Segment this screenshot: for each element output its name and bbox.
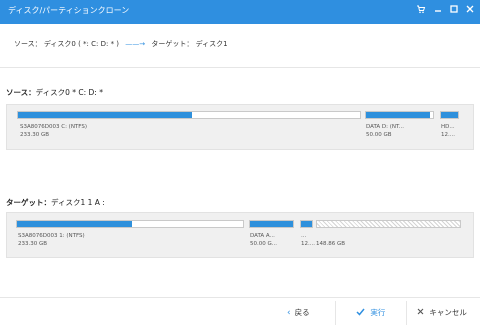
check-icon	[356, 308, 367, 317]
window-title: ディスク/パーティションクローン	[8, 6, 130, 15]
source-partition-hd-label: HD...	[441, 124, 455, 130]
breadcrumb-target-label: ターゲット：	[151, 40, 194, 48]
source-partition-hd-size: 12....	[441, 132, 455, 138]
target-partition-3-bar[interactable]	[300, 220, 313, 228]
target-disk-name: ディスク1 1 A :	[51, 198, 105, 207]
footer-divider	[406, 301, 407, 325]
source-partition-c-bar[interactable]	[17, 111, 361, 119]
source-partition-hd-bar[interactable]	[440, 111, 459, 119]
minimize-icon[interactable]	[431, 4, 445, 18]
source-partition-d-label: DATA D: (NT...	[366, 124, 404, 130]
used-space-fill	[301, 221, 312, 227]
breadcrumb-target-value: ディスク1	[195, 40, 228, 48]
footer-bar	[0, 297, 480, 330]
source-section-title: ソース：ディスク0 * C: D: *	[6, 87, 103, 98]
breadcrumb-arrow: ——→	[125, 40, 146, 48]
breadcrumb: ソース： ディスク0 ( *: C: D: * ) ——→ ターゲット： ディス…	[14, 39, 228, 49]
target-section-title: ターゲット：ディスク1 1 A :	[6, 197, 105, 208]
source-partition-d-size: 50.00 GB	[366, 132, 392, 138]
used-space-fill	[250, 221, 293, 227]
cart-icon[interactable]	[414, 4, 428, 18]
target-partition-1-size: 233.30 GB	[18, 241, 48, 247]
chevron-left-icon: ‹	[287, 308, 291, 318]
target-partition-1-bar[interactable]	[16, 220, 244, 228]
back-button[interactable]: ‹ 戻る	[287, 304, 310, 322]
target-unallocated-bar[interactable]	[316, 220, 461, 228]
breadcrumb-source-label: ソース：	[14, 40, 42, 48]
source-heading: ソース：	[6, 88, 36, 97]
target-partition-2-label: DATA A...	[250, 233, 275, 239]
target-partition-2-bar[interactable]	[249, 220, 294, 228]
used-space-fill	[17, 221, 133, 227]
source-partition-c-label: S3A8076D003 C: (NTFS)	[20, 124, 87, 130]
cancel-button-label: キャンセル	[429, 308, 467, 317]
source-partition-d-bar[interactable]	[365, 111, 434, 119]
used-space-fill	[366, 112, 430, 118]
target-unallocated-size: 148.86 GB	[316, 241, 346, 247]
maximize-icon[interactable]	[447, 4, 461, 18]
target-partition-2-size: 50.00 G...	[250, 241, 278, 247]
target-partition-3-label: ...	[301, 233, 307, 239]
cancel-button[interactable]: キャンセル	[417, 304, 467, 322]
source-partition-c-size: 233.30 GB	[20, 132, 50, 138]
target-partition-3-size: 12....	[301, 241, 315, 247]
divider	[0, 67, 480, 68]
run-button-label: 実行	[370, 308, 386, 317]
source-disk-name: ディスク0 * C: D: *	[35, 88, 103, 97]
close-icon[interactable]	[463, 4, 477, 18]
breadcrumb-source-value: ディスク0 ( *: C: D: * )	[43, 40, 120, 48]
target-partition-1-label: S3A8076D003 1: (NTFS)	[18, 233, 85, 239]
used-space-fill	[18, 112, 193, 118]
footer-divider	[335, 301, 336, 325]
back-button-label: 戻る	[294, 308, 310, 317]
used-space-fill	[441, 112, 458, 118]
target-heading: ターゲット：	[6, 198, 51, 207]
run-button[interactable]: 実行	[356, 304, 385, 322]
cancel-x-icon	[417, 308, 426, 317]
